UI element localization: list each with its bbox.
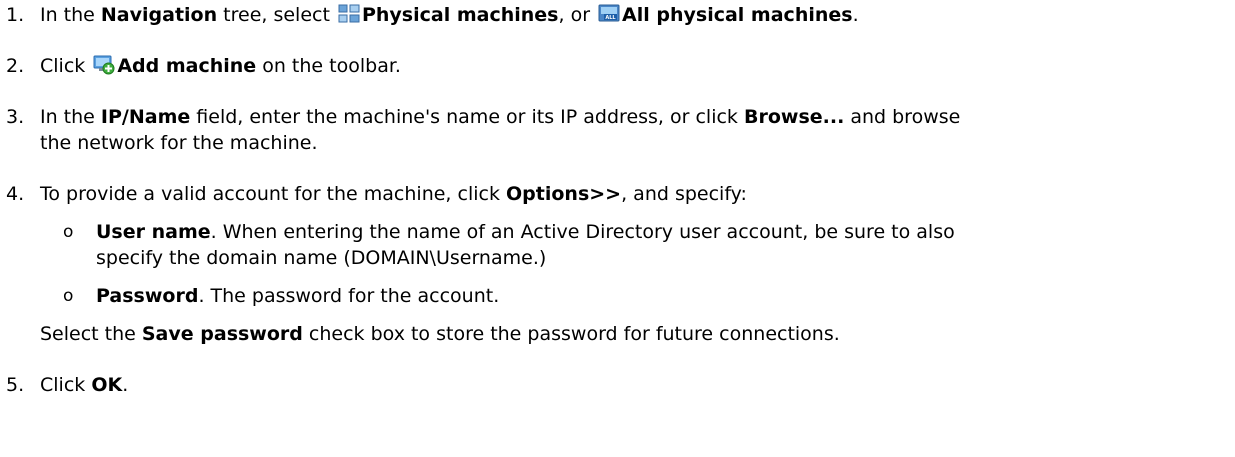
step-text: In the IP/Name field, enter the machine'… bbox=[40, 106, 961, 128]
add-machine-term: Add machine bbox=[117, 55, 257, 77]
all-physical-machines-icon: ALL bbox=[598, 4, 620, 24]
step-number: 1. bbox=[6, 4, 25, 26]
step-text: In the Navigation tree, select Physical … bbox=[40, 4, 859, 26]
ok-term: OK bbox=[91, 374, 123, 396]
bullet-text: Password. The password for the account. bbox=[96, 285, 500, 307]
ip-name-term: IP/Name bbox=[100, 106, 191, 128]
physical-machines-term: Physical machines bbox=[361, 4, 559, 26]
save-password-note: Select the Save password check box to st… bbox=[40, 323, 840, 345]
bullet-marker: o bbox=[63, 286, 74, 306]
bullet-marker: o bbox=[63, 222, 74, 242]
bullet-user-name-continuation: specify the domain name (DOMAIN\Username… bbox=[96, 247, 547, 269]
all-physical-machines-term: All physical machines bbox=[622, 4, 853, 26]
step-number: 2. bbox=[6, 55, 25, 77]
physical-machines-icon bbox=[338, 4, 360, 24]
step-number: 4. bbox=[6, 183, 25, 205]
step-number: 3. bbox=[6, 106, 25, 128]
step-text: Click OK. bbox=[40, 374, 129, 396]
save-password-term: Save password bbox=[141, 323, 303, 345]
bullet-text: User name. When entering the name of an … bbox=[96, 221, 955, 243]
step-3-continuation: the network for the machine. bbox=[40, 132, 318, 154]
password-term: Password bbox=[96, 285, 199, 307]
user-name-term: User name bbox=[96, 221, 211, 243]
browse-term: Browse... bbox=[743, 106, 845, 128]
options-term: Options>> bbox=[506, 183, 622, 205]
add-machine-icon bbox=[93, 55, 115, 75]
svg-text:ALL: ALL bbox=[605, 15, 616, 21]
navigation-term: Navigation bbox=[100, 4, 218, 26]
step-text: Click Add machine on the toolbar. bbox=[40, 55, 401, 77]
step-number: 5. bbox=[6, 374, 25, 396]
step-text: To provide a valid account for the machi… bbox=[40, 183, 747, 205]
